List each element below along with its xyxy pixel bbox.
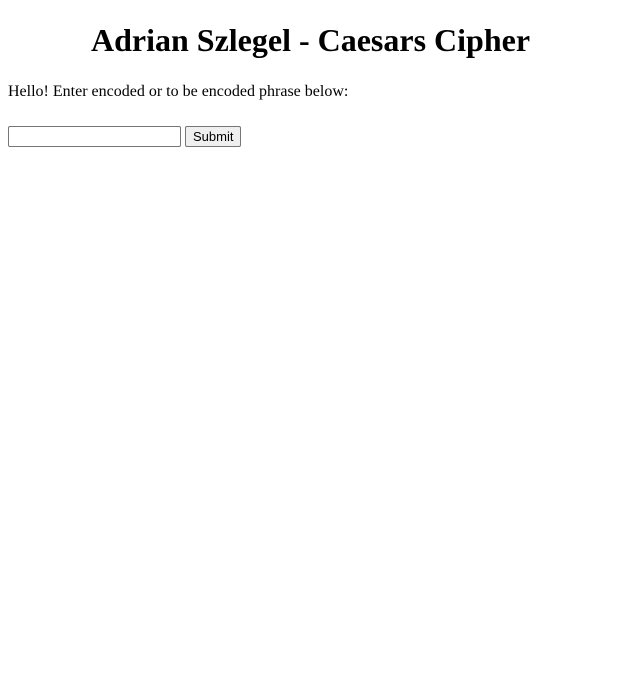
cipher-form: Submit: [8, 126, 613, 147]
phrase-input[interactable]: [8, 126, 181, 147]
intro-text: Hello! Enter encoded or to be encoded ph…: [8, 83, 349, 100]
page: Adrian Szlegel - Caesars Cipher Hello! E…: [0, 0, 621, 147]
page-title: Adrian Szlegel - Caesars Cipher: [90, 22, 531, 58]
submit-button[interactable]: Submit: [185, 126, 242, 147]
